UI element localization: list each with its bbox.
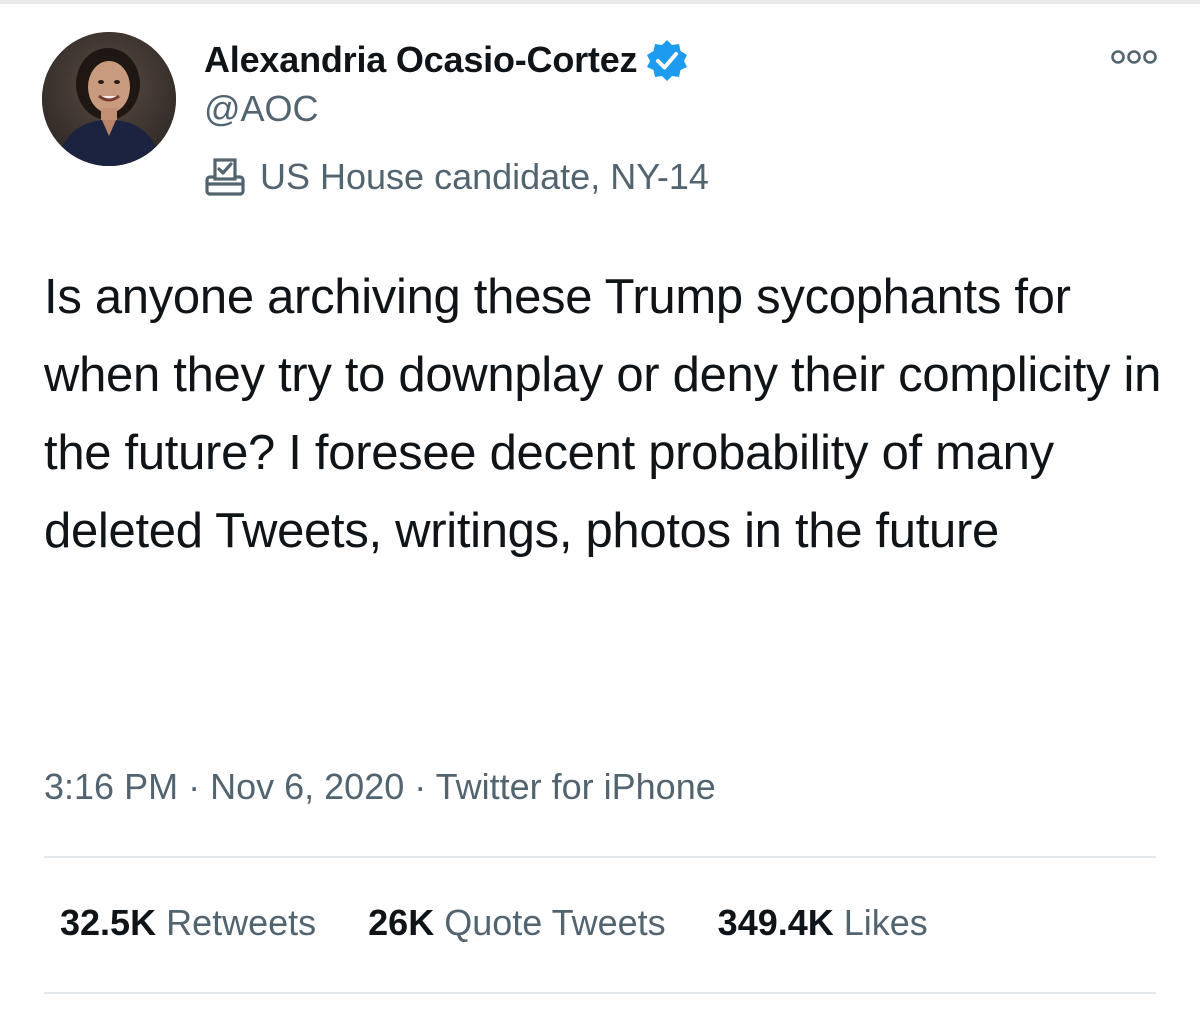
tweet-date[interactable]: Nov 6, 2020 — [210, 766, 404, 807]
quote-tweets-count: 26K — [368, 902, 435, 943]
ballot-box-icon — [204, 157, 246, 197]
candidate-label: US House candidate, NY-14 — [260, 156, 709, 197]
meta-separator: · — [188, 766, 201, 807]
likes-count: 349.4K — [717, 902, 834, 943]
quote-tweets-stat[interactable]: 26K Quote Tweets — [368, 902, 666, 944]
tweet-source[interactable]: Twitter for iPhone — [436, 766, 716, 807]
quote-tweets-label: Quote Tweets — [444, 902, 666, 943]
divider — [44, 856, 1156, 858]
likes-label: Likes — [843, 902, 928, 943]
verified-badge-icon — [645, 38, 689, 82]
display-name[interactable]: Alexandria Ocasio-Cortez — [204, 39, 638, 81]
tweet-metadata: 3:16 PM · Nov 6, 2020 · Twitter for iPho… — [44, 766, 716, 808]
meta-separator: · — [414, 766, 427, 807]
tweet-text: Is anyone archiving these Trump sycophan… — [44, 270, 1162, 558]
retweets-label: Retweets — [166, 902, 317, 943]
author-label: US House candidate, NY-14 — [204, 154, 709, 200]
avatar[interactable] — [42, 32, 176, 166]
tweet-time[interactable]: 3:16 PM — [44, 766, 178, 807]
retweets-count: 32.5K — [60, 902, 157, 943]
tweet-stats: 32.5K Retweets 26K Quote Tweets 349.4K L… — [60, 902, 928, 944]
retweets-stat[interactable]: 32.5K Retweets — [60, 902, 316, 944]
more-options-icon[interactable] — [1108, 42, 1160, 72]
author-name-row[interactable]: Alexandria Ocasio-Cortez — [204, 38, 689, 82]
likes-stat[interactable]: 349.4K Likes — [718, 902, 928, 944]
author-handle[interactable]: @AOC — [204, 88, 319, 130]
divider — [44, 992, 1156, 994]
top-divider — [0, 0, 1200, 4]
